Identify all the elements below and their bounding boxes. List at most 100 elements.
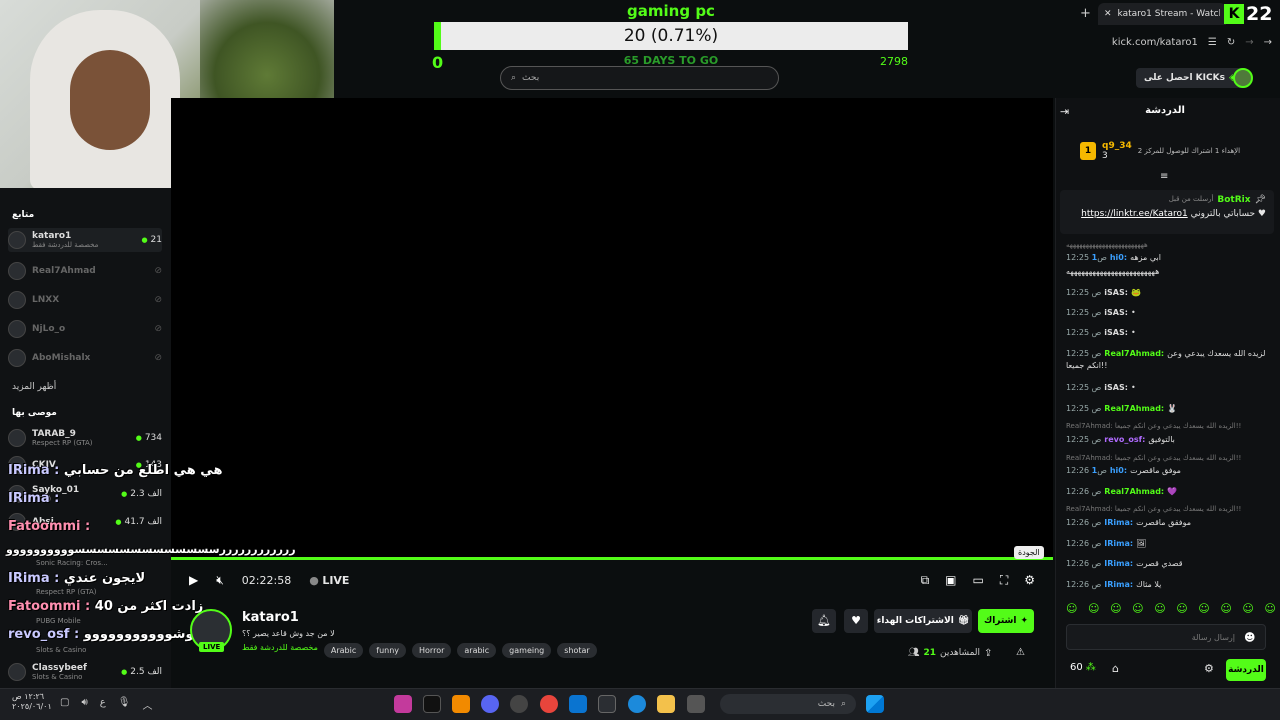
- emote-icon[interactable]: ☺: [1198, 602, 1209, 615]
- streamer-name[interactable]: kataro1: [242, 610, 299, 625]
- file-explorer-icon[interactable]: [657, 695, 675, 713]
- filter-icon[interactable]: ≡: [1160, 171, 1168, 182]
- browser-tab[interactable]: ✕ kataro1 Stream - Watch Live: [1098, 3, 1226, 25]
- tray-chevron-icon[interactable]: ︿: [142, 697, 152, 712]
- sidebar-item-njlo[interactable]: NjLo_o ⊘: [8, 317, 162, 341]
- sidebar-item-tarab9[interactable]: TARAB_9 Respect RP (GTA) 734: [8, 426, 162, 450]
- message-user[interactable]: IRima:: [1104, 539, 1133, 548]
- emote-icon[interactable]: ☺: [1066, 602, 1077, 615]
- emote-icon[interactable]: ☺: [1132, 602, 1143, 615]
- sidebar-item-real7ahmad[interactable]: Real7Ahmad ⊘: [8, 259, 162, 283]
- emote-icon[interactable]: ☺: [1220, 602, 1231, 615]
- user-avatar[interactable]: [1233, 68, 1253, 88]
- emote-icon[interactable]: ☺: [1264, 602, 1275, 615]
- message-user[interactable]: Real7Ahmad:: [1104, 404, 1164, 413]
- tag[interactable]: Horror: [412, 643, 452, 658]
- vlc-icon[interactable]: [452, 695, 470, 713]
- tiktok-icon[interactable]: [423, 695, 441, 713]
- emote-icon[interactable]: ☺: [1154, 602, 1165, 615]
- tag[interactable]: funny: [369, 643, 407, 658]
- sidebar-item-kataro1[interactable]: kataro1 مخصصة للدردشة فقط 21: [8, 228, 162, 252]
- taskbar-search[interactable]: بحث ⌕: [720, 694, 856, 714]
- edge-icon[interactable]: [628, 695, 646, 713]
- overlay-user: revo_osf :: [8, 627, 80, 642]
- notification-icon[interactable]: ▢: [60, 697, 69, 712]
- pip-icon[interactable]: ⧉: [921, 573, 930, 588]
- reload-icon[interactable]: ↻: [1227, 37, 1235, 48]
- message-text: بالتوفيق: [1148, 435, 1175, 444]
- message-user[interactable]: iSAS:: [1104, 308, 1128, 317]
- store-icon[interactable]: ⌂: [1112, 662, 1119, 675]
- url-bar[interactable]: kick.com/kataro1 ☰ ↻ → →: [1060, 30, 1280, 54]
- chat-message: 12:25 ص revo_osf: بالتوفيق: [1066, 434, 1266, 445]
- tag[interactable]: gameing: [502, 643, 552, 658]
- outlook-icon[interactable]: [569, 695, 587, 713]
- emote-icon[interactable]: ☺: [1088, 602, 1099, 615]
- mic-icon[interactable]: 🎙︎: [118, 697, 131, 712]
- url-text[interactable]: kick.com/kataro1: [1112, 37, 1198, 48]
- fullscreen-icon[interactable]: ⛶: [1000, 573, 1008, 588]
- collapse-chat-icon[interactable]: ⇥: [1060, 105, 1069, 118]
- follow-button[interactable]: ♥: [844, 609, 868, 633]
- get-kicks-button[interactable]: احصل على KICKs ◈: [1136, 68, 1244, 88]
- video-progress-bar[interactable]: [171, 557, 1053, 560]
- theater-icon[interactable]: ▭: [972, 573, 983, 588]
- tag[interactable]: Arabic: [323, 643, 364, 658]
- stream-category[interactable]: مخصصة للدردشة فقط: [242, 643, 318, 658]
- chat-leaderboard[interactable]: 1 q9_34 3 الإهداء 1 اشتراك للوصول للمركز …: [1080, 138, 1260, 164]
- show-more-link[interactable]: أظهر المزيد: [12, 382, 56, 392]
- message-user[interactable]: iSAS:: [1104, 288, 1128, 297]
- terminal-icon[interactable]: [687, 695, 705, 713]
- message-user[interactable]: iSAS:: [1104, 328, 1128, 337]
- mute-icon[interactable]: 🔇︎: [216, 573, 224, 588]
- forward-icon[interactable]: →: [1245, 37, 1253, 48]
- new-tab-button[interactable]: +: [1080, 6, 1091, 21]
- message-user[interactable]: Real7Ahmad:: [1104, 487, 1164, 496]
- message-user[interactable]: Real7Ahmad:: [1104, 349, 1164, 358]
- message-user[interactable]: IRima:: [1104, 518, 1133, 527]
- message-user[interactable]: IRima:: [1104, 559, 1133, 568]
- report-icon[interactable]: ⚠: [1016, 647, 1025, 658]
- message-user[interactable]: iSAS:: [1104, 383, 1128, 392]
- emoji-picker-icon[interactable]: ☻: [1244, 631, 1255, 644]
- message-text: 🖼: [1136, 539, 1147, 548]
- language-icon[interactable]: ع: [100, 697, 106, 712]
- notification-bell-button[interactable]: 🔔︎: [812, 609, 836, 633]
- back-icon[interactable]: →: [1264, 37, 1272, 48]
- send-chat-button[interactable]: الدردشة: [1226, 659, 1266, 681]
- emote-icon[interactable]: ☺: [1242, 602, 1253, 615]
- tune-icon[interactable]: ☰: [1208, 37, 1217, 48]
- obs-icon[interactable]: [510, 695, 528, 713]
- windows-start-icon[interactable]: [866, 695, 884, 713]
- close-tab-icon[interactable]: ✕: [1104, 9, 1112, 19]
- clip-icon[interactable]: ▣: [945, 573, 956, 588]
- sidebar-item-lnxx[interactable]: LNXX ⊘: [8, 288, 162, 312]
- chat-message: 12:25 ص iSAS: 🐸: [1066, 287, 1266, 298]
- share-icon[interactable]: ⇪: [984, 648, 992, 659]
- taskbar-clock[interactable]: ١٢:٢٦ ص ٢٠٢٥/٠٦/٠١: [12, 692, 52, 712]
- settings-icon[interactable]: ⚙: [1024, 573, 1035, 588]
- emote-icon[interactable]: ☺: [1176, 602, 1187, 615]
- chat-input[interactable]: إرسال رسالة: [1066, 624, 1266, 650]
- chat-settings-icon[interactable]: ⚙: [1204, 662, 1214, 675]
- subscribe-button[interactable]: اشتراك ✦: [978, 609, 1034, 633]
- emote-icon[interactable]: ☺: [1110, 602, 1121, 615]
- channel-points[interactable]: 60 ⁂: [1070, 662, 1096, 673]
- message-user[interactable]: IRima:: [1104, 580, 1133, 589]
- chrome-icon[interactable]: [540, 695, 558, 713]
- volume-icon[interactable]: 🔊︎: [81, 697, 87, 712]
- search-input[interactable]: ⌕ بحث: [500, 66, 779, 90]
- tag[interactable]: shotar: [557, 643, 597, 658]
- message-user[interactable]: revo_osf:: [1104, 435, 1145, 444]
- chat-message: 12:26 ص IRima: قصدي قصرت: [1066, 558, 1266, 569]
- store-app-icon[interactable]: [598, 695, 616, 713]
- pinned-link[interactable]: https://linktr.ee/Kataro1: [1081, 209, 1188, 219]
- play-icon[interactable]: ▶: [189, 573, 198, 587]
- discord-icon[interactable]: [481, 695, 499, 713]
- sidebar-item-abomishalx[interactable]: AboMishalx ⊘: [8, 346, 162, 370]
- tag[interactable]: arabic: [457, 643, 497, 658]
- gift-subs-button[interactable]: الاشتراكات الهداء 🎁︎: [874, 609, 972, 633]
- video-player[interactable]: [171, 98, 1053, 560]
- sidebar-item-classybeef[interactable]: Classybeef Slots & Casino الف 2.5: [8, 660, 162, 684]
- opera-icon[interactable]: [394, 695, 412, 713]
